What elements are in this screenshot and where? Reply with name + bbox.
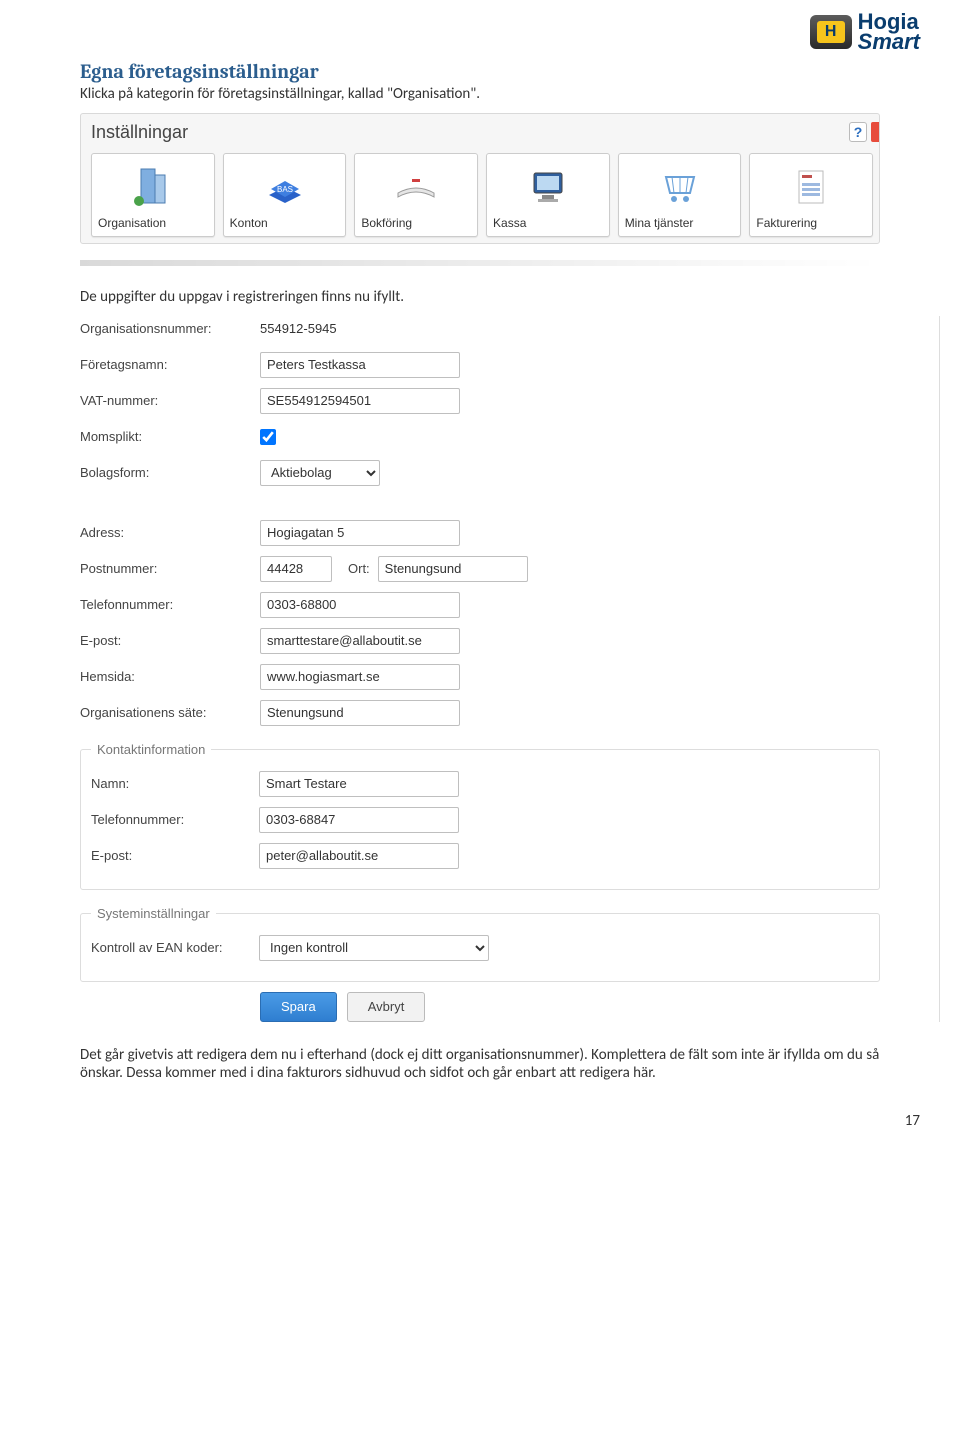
sate-label: Organisationens säte: <box>80 705 260 720</box>
ort-input[interactable] <box>378 556 528 582</box>
help-icon[interactable]: ? <box>849 122 867 142</box>
kontakt-epost-label: E-post: <box>91 848 259 863</box>
vat-input[interactable] <box>260 388 460 414</box>
logo-letter: H <box>817 21 845 43</box>
tile-mina-tjanster[interactable]: Mina tjänster <box>618 153 742 237</box>
tile-label: Bokföring <box>361 216 471 230</box>
company-label: Företagsnamn: <box>80 357 260 372</box>
tile-fakturering[interactable]: Fakturering <box>749 153 873 237</box>
form-right-border <box>939 316 940 1022</box>
settings-panel: Inställningar ? Organisation BAS Konton … <box>80 113 880 244</box>
cart-icon <box>625 164 735 210</box>
kontakt-group: Kontaktinformation Namn: Telefonnummer: … <box>80 742 880 890</box>
epost-input[interactable] <box>260 628 460 654</box>
logo-text-bottom: Smart <box>858 32 920 52</box>
tile-label: Kassa <box>493 216 603 230</box>
building-icon <box>98 164 208 210</box>
intro-paragraph: Klicka på kategorin för företagsinställn… <box>80 85 880 103</box>
tile-kassa[interactable]: Kassa <box>486 153 610 237</box>
outro-paragraph: Det går givetvis att redigera dem nu i e… <box>80 1046 880 1082</box>
kontakt-tel-input[interactable] <box>259 807 459 833</box>
kontakt-epost-input[interactable] <box>259 843 459 869</box>
hemsida-input[interactable] <box>260 664 460 690</box>
kontakt-tel-label: Telefonnummer: <box>91 812 259 827</box>
postnr-label: Postnummer: <box>80 561 260 576</box>
tile-label: Organisation <box>98 216 208 230</box>
books-icon: BAS <box>230 164 340 210</box>
tile-bokforing[interactable]: Bokföring <box>354 153 478 237</box>
paragraph-after-panel: De uppgifter du uppgav i registreringen … <box>80 288 880 306</box>
bolag-label: Bolagsform: <box>80 465 260 480</box>
company-input[interactable] <box>260 352 460 378</box>
moms-checkbox[interactable] <box>260 429 276 445</box>
ean-label: Kontroll av EAN koder: <box>91 940 259 955</box>
open-book-icon <box>361 164 471 210</box>
logo-text: Hogia Smart <box>858 12 920 52</box>
settings-panel-title: Inställningar <box>91 122 188 143</box>
kontakt-namn-input[interactable] <box>259 771 459 797</box>
hemsida-label: Hemsida: <box>80 669 260 684</box>
tile-label: Mina tjänster <box>625 216 735 230</box>
org-no-value: 554912-5945 <box>260 321 337 336</box>
ort-label: Ort: <box>348 561 370 576</box>
kontakt-legend: Kontaktinformation <box>91 742 211 757</box>
system-group: Systeminställningar Kontroll av EAN kode… <box>80 906 880 982</box>
vat-label: VAT-nummer: <box>80 393 260 408</box>
tel-label: Telefonnummer: <box>80 597 260 612</box>
tile-label: Fakturering <box>756 216 866 230</box>
moms-label: Momsplikt: <box>80 429 260 444</box>
sate-input[interactable] <box>260 700 460 726</box>
system-legend: Systeminställningar <box>91 906 216 921</box>
bolag-select[interactable]: Aktiebolag <box>260 460 380 486</box>
svg-text:BAS: BAS <box>276 185 292 194</box>
tile-organisation[interactable]: Organisation <box>91 153 215 237</box>
cancel-button[interactable]: Avbryt <box>347 992 426 1022</box>
tile-label: Konton <box>230 216 340 230</box>
save-button[interactable]: Spara <box>260 992 337 1022</box>
ean-select[interactable]: Ingen kontroll <box>259 935 489 961</box>
shadow-divider <box>80 260 880 266</box>
organisation-form: Organisationsnummer: 554912-5945 Företag… <box>80 316 880 1022</box>
adress-label: Adress: <box>80 525 260 540</box>
logo-badge: H <box>810 15 852 49</box>
postnr-input[interactable] <box>260 556 332 582</box>
adress-input[interactable] <box>260 520 460 546</box>
org-no-label: Organisationsnummer: <box>80 321 260 336</box>
monitor-icon <box>493 164 603 210</box>
tel-input[interactable] <box>260 592 460 618</box>
page-title: Egna företagsinställningar <box>80 60 880 83</box>
kontakt-namn-label: Namn: <box>91 776 259 791</box>
brand-logo: H Hogia Smart <box>80 12 920 52</box>
page-number: 17 <box>80 1112 920 1130</box>
invoice-icon <box>756 164 866 210</box>
epost-label: E-post: <box>80 633 260 648</box>
tile-konton[interactable]: BAS Konton <box>223 153 347 237</box>
close-icon[interactable] <box>871 122 879 142</box>
